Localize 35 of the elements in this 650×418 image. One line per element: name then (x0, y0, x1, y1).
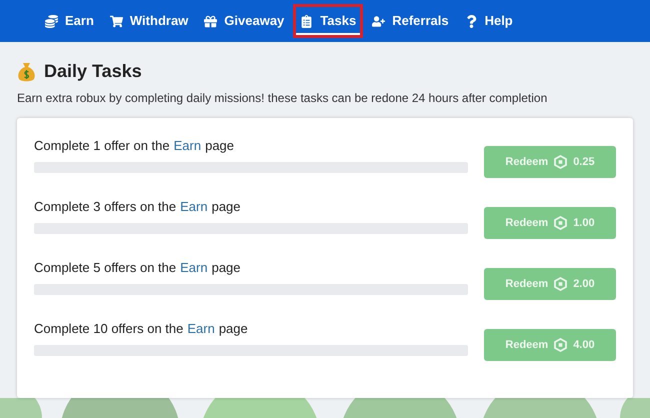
clipboard-icon (300, 14, 314, 28)
nav-tab[interactable]: Tasks (293, 4, 364, 38)
user-plus-icon (372, 14, 386, 28)
redeem-label: Redeem (505, 154, 548, 170)
task-text: Complete 5 offers on the (34, 259, 176, 274)
task-text: Complete 3 offers on the (34, 198, 176, 213)
nav-tab[interactable]: Referrals (365, 4, 456, 38)
task-text: page (212, 259, 241, 274)
money-bag-icon (17, 60, 36, 82)
hexagon-coin-icon (554, 155, 568, 169)
hexagon-coin-icon (554, 216, 568, 230)
task-text: page (212, 198, 241, 213)
nav-tab[interactable]: Help (458, 4, 520, 38)
gift-icon (204, 14, 218, 28)
redeem-label: Redeem (505, 276, 548, 292)
task-text: page (205, 137, 234, 152)
nav-tab[interactable]: Giveaway (197, 4, 292, 38)
page-description: Earn extra robux by completing daily missions! these tasks can be redone 24 hours after completion (17, 90, 548, 107)
page-title: Daily Tasks (44, 60, 142, 83)
redeem-label: Redeem (505, 338, 548, 353)
redeem-label: Redeem (505, 216, 548, 231)
task-text: Complete 10 offers on the (34, 320, 184, 335)
reward-amount: 4.00 (573, 338, 595, 353)
reward-amount: 2.00 (573, 276, 595, 292)
reward-amount: 1.00 (573, 216, 595, 231)
coins-icon (45, 14, 58, 28)
reward-amount: 0.25 (573, 154, 595, 170)
help-icon (464, 14, 478, 28)
hexagon-coin-icon (554, 277, 568, 291)
nav-tab[interactable]: Earn (38, 4, 101, 38)
task-text: Complete 1 offer on the (34, 137, 170, 152)
hexagon-coin-icon (554, 338, 568, 352)
cart-icon (110, 14, 123, 28)
task-text: page (218, 320, 248, 335)
nav-tab[interactable]: Withdraw (102, 4, 196, 38)
